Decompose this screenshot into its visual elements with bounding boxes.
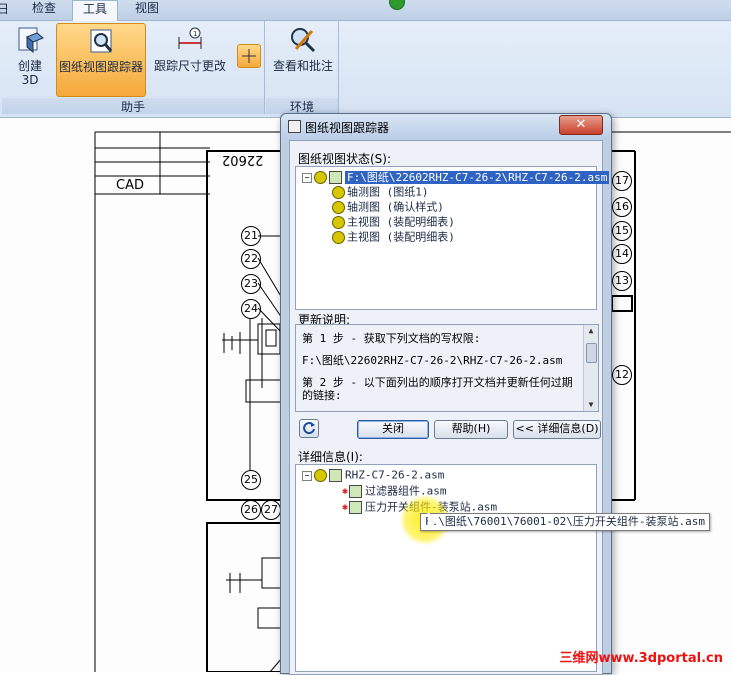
- assembly-icon: [329, 170, 342, 184]
- update-line: 第 2 步 - 以下面列出的顺序打开文档并更新任何过期: [302, 376, 573, 389]
- outdated-clock-icon: [314, 468, 327, 482]
- assembly-icon: [329, 468, 342, 482]
- collapse-icon[interactable]: −: [302, 173, 312, 183]
- cad-label: CAD: [116, 178, 144, 193]
- ribbon-tab-fragment[interactable]: 日: [0, 0, 9, 17]
- balloon[interactable]: 17: [612, 171, 632, 191]
- tree-child-node[interactable]: 主视图 (装配明细表): [332, 229, 455, 244]
- track-dimension-changes-label: 跟踪尺寸更改: [153, 59, 226, 73]
- outdated-clock-icon: [332, 200, 345, 214]
- annotate-pencil-icon: [291, 28, 316, 53]
- tab-inspect[interactable]: 检查: [22, 0, 66, 19]
- balloon[interactable]: 16: [612, 197, 632, 217]
- balloon[interactable]: 21: [241, 226, 261, 246]
- pin-icon: [242, 49, 256, 63]
- detail-root-label: RHZ-C7-26-2.asm: [345, 468, 445, 482]
- path-tooltip: F:\图纸\76001\76001-02\压力开关组件-装泵站.asm: [420, 513, 710, 531]
- view-and-annotate-button[interactable]: 查看和批注: [270, 23, 336, 95]
- balloon[interactable]: 22: [241, 249, 261, 269]
- outdated-clock-icon: [332, 215, 345, 229]
- balloon[interactable]: 24: [241, 299, 261, 319]
- assistant-group-label: 助手: [2, 98, 264, 114]
- svg-text:1: 1: [193, 30, 197, 38]
- assembly-icon: [349, 484, 363, 498]
- help-button[interactable]: 帮助(H): [434, 420, 508, 439]
- balloon[interactable]: 27: [261, 500, 281, 520]
- detail-label: 详细信息(I):: [298, 450, 363, 464]
- balloon[interactable]: 14: [612, 244, 632, 264]
- balloon[interactable]: 12: [612, 365, 632, 385]
- tree-root-node[interactable]: F:\图纸\22602RHZ-C7-26-2\RHZ-C7-26-2.asm: [314, 169, 610, 184]
- tree-child-label: 主视图 (装配明细表): [347, 230, 455, 244]
- drawing-view-tracker-label: 图纸视图跟踪器: [58, 60, 143, 74]
- tree-child-node[interactable]: 轴测图 (图纸1): [332, 184, 429, 199]
- create-3d-button[interactable]: 创建 3D: [6, 23, 54, 95]
- view-and-annotate-label: 查看和批注: [272, 59, 333, 73]
- drawing-view-tracker-button[interactable]: 图纸视图跟踪器: [56, 23, 146, 97]
- dimension-tracker-icon: 1: [178, 27, 202, 49]
- small-pin-button[interactable]: [237, 44, 261, 68]
- environment-group-label: 环境: [266, 98, 338, 114]
- balloon[interactable]: 25: [241, 470, 261, 490]
- ribbon-tab-strip: 日 检查 工具 视图: [0, 0, 731, 21]
- ribbon: 日 检查 工具 视图 创建 3D 图纸视图跟踪器 1 跟踪尺寸更改 助手 查看和…: [0, 0, 731, 118]
- dialog-titlebar[interactable]: 图纸视图跟踪器 ✕: [281, 114, 611, 140]
- tree-child-label: 轴测图 (确认样式): [347, 200, 444, 214]
- status-indicator-icon: [389, 0, 405, 10]
- track-dimension-changes-button[interactable]: 1 跟踪尺寸更改: [148, 23, 232, 95]
- assembly-icon: [349, 500, 363, 514]
- environment-group: 查看和批注 环境: [266, 21, 339, 114]
- tab-tools[interactable]: 工具: [72, 0, 119, 21]
- scroll-up-icon[interactable]: ▲: [584, 325, 598, 337]
- part-number-label: 22602: [222, 152, 264, 167]
- assistant-group: 创建 3D 图纸视图跟踪器 1 跟踪尺寸更改 助手: [2, 21, 265, 114]
- tree-child-label: 轴测图 (图纸1): [347, 185, 429, 199]
- close-button[interactable]: 关闭: [357, 420, 429, 439]
- drawing-view-tracker-dialog: 图纸视图跟踪器 ✕ 图纸视图状态(S): − F:\图纸\22602RHZ-C7…: [280, 113, 612, 675]
- tree-child-label: 主视图 (装配明细表): [347, 215, 455, 229]
- detail-root-node[interactable]: RHZ-C7-26-2.asm: [314, 467, 444, 482]
- update-line: F:\图纸\22602RHZ-C7-26-2\RHZ-C7-26-2.asm: [302, 354, 563, 367]
- tree-child-node[interactable]: 轴测图 (确认样式): [332, 199, 444, 214]
- dialog-close-button[interactable]: ✕: [559, 115, 603, 135]
- detail-child-label: 过滤器组件.asm: [365, 484, 447, 498]
- outdated-clock-icon: [314, 170, 327, 184]
- detail-tree[interactable]: − RHZ-C7-26-2.asm ✱过滤器组件.asm ✱压力开关组件-装泵站…: [295, 464, 597, 672]
- balloon[interactable]: 15: [612, 221, 632, 241]
- collapse-icon[interactable]: −: [302, 471, 312, 481]
- scroll-down-icon[interactable]: ▼: [584, 399, 598, 411]
- status-label: 图纸视图状态(S):: [298, 152, 392, 166]
- update-line: 的链接:: [302, 389, 342, 402]
- dialog-title: 图纸视图跟踪器: [305, 121, 390, 135]
- tree-child-node[interactable]: 主视图 (装配明细表): [332, 214, 455, 229]
- window-icon: [288, 120, 301, 133]
- outdated-clock-icon: [332, 185, 345, 199]
- refresh-button[interactable]: [299, 419, 319, 438]
- details-button[interactable]: << 详细信息(D): [513, 420, 601, 439]
- balloon[interactable]: 26: [241, 500, 261, 520]
- watermark: 三维网www.3dportal.cn: [559, 651, 723, 666]
- update-description-box[interactable]: 第 1 步 - 获取下列文档的写权限: F:\图纸\22602RHZ-C7-26…: [295, 324, 599, 412]
- update-scrollbar[interactable]: ▲ ▼: [583, 325, 598, 411]
- update-line: 第 1 步 - 获取下列文档的写权限:: [302, 332, 481, 345]
- create-3d-label: 创建 3D: [17, 59, 42, 87]
- create-3d-icon: [18, 27, 44, 54]
- balloon[interactable]: 13: [612, 271, 632, 291]
- tab-view[interactable]: 视图: [125, 0, 169, 19]
- outdated-clock-icon: [332, 230, 345, 244]
- modified-star-icon: ✱: [342, 501, 349, 513]
- refresh-icon: [303, 422, 315, 435]
- dialog-client: 图纸视图状态(S): − F:\图纸\22602RHZ-C7-26-2\RHZ-…: [289, 140, 610, 675]
- balloon[interactable]: 23: [241, 274, 261, 294]
- tracker-magnifier-icon: [90, 29, 113, 53]
- tree-root-label: F:\图纸\22602RHZ-C7-26-2\RHZ-C7-26-2.asm: [345, 170, 610, 184]
- scroll-thumb[interactable]: [586, 343, 597, 363]
- modified-star-icon: ✱: [342, 485, 349, 497]
- status-tree[interactable]: − F:\图纸\22602RHZ-C7-26-2\RHZ-C7-26-2.asm…: [295, 166, 610, 310]
